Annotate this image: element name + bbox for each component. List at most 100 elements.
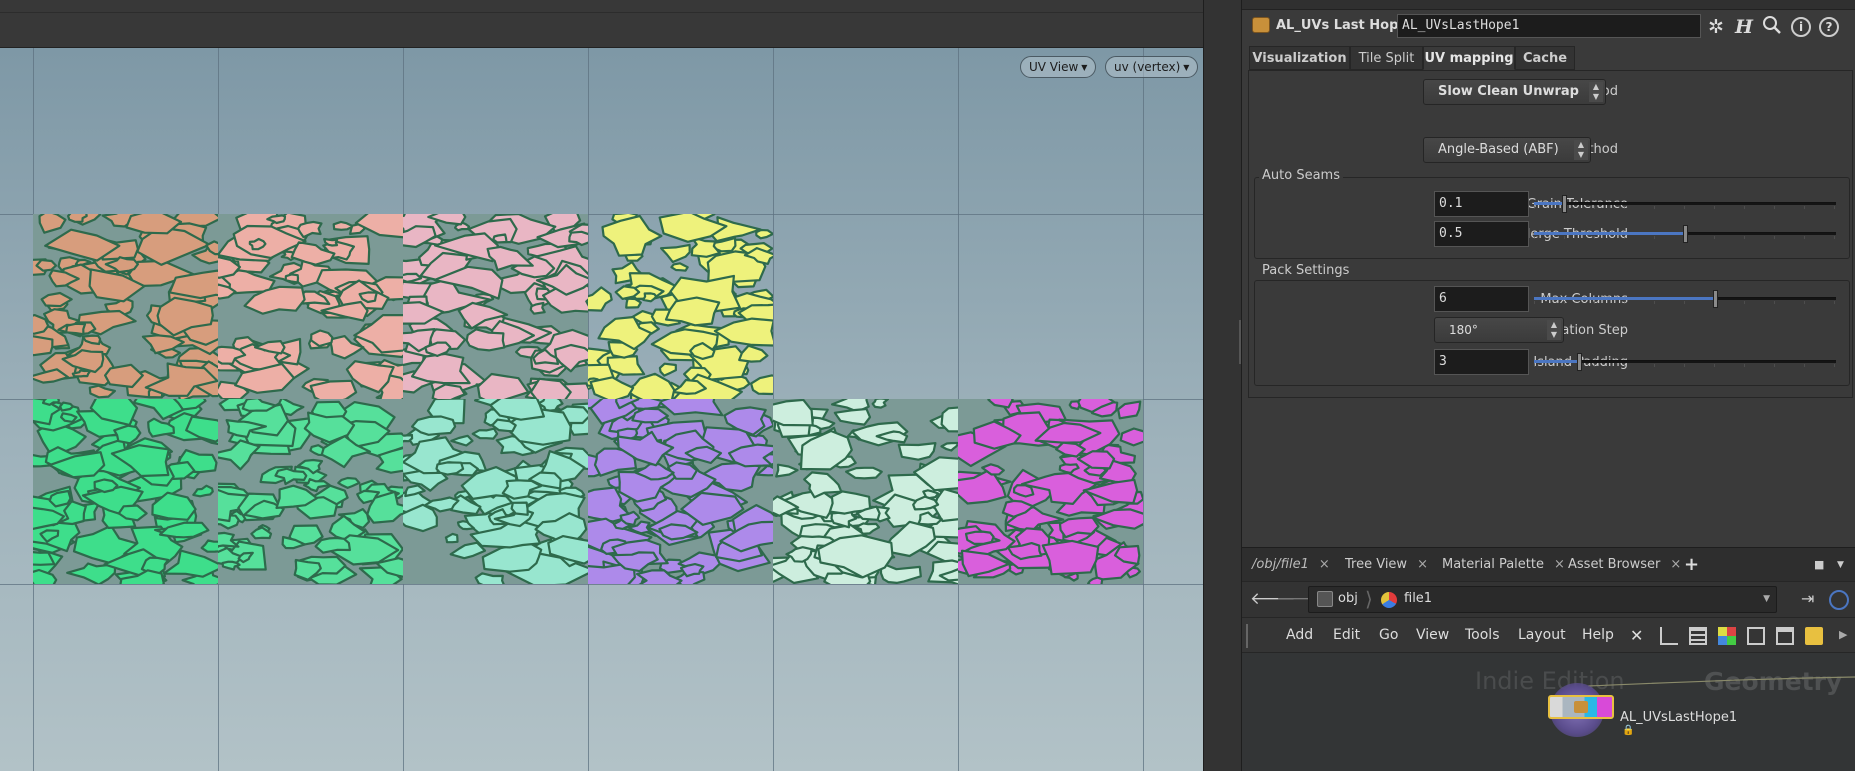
divider-grip[interactable] bbox=[1239, 320, 1241, 364]
wrench-icon[interactable]: ✕ bbox=[1630, 627, 1648, 645]
tab-material-palette-label: Material Palette bbox=[1442, 557, 1544, 572]
menu-tools[interactable]: Tools bbox=[1465, 627, 1500, 643]
grid-icon[interactable] bbox=[1747, 627, 1765, 645]
sticky-note-icon[interactable] bbox=[1805, 627, 1823, 645]
node-label: AL_UVsLastHope1 bbox=[1620, 710, 1738, 725]
uv-attribute-dropdown[interactable]: uv (vertex) ▼ bbox=[1105, 56, 1199, 78]
list-icon[interactable] bbox=[1689, 627, 1707, 645]
slider-track bbox=[1534, 202, 1836, 205]
path-segment-file1[interactable]: file1 bbox=[1404, 591, 1432, 606]
menu-add[interactable]: Add bbox=[1286, 627, 1313, 643]
tab-cache[interactable]: Cache bbox=[1515, 46, 1575, 70]
updown-arrow-icon: ▲ ▼ bbox=[1574, 140, 1588, 160]
tab-tree-view[interactable]: Tree View × bbox=[1345, 553, 1428, 577]
node-type-icon bbox=[1252, 17, 1270, 33]
updown-arrow-icon: ▲ ▼ bbox=[1589, 82, 1603, 102]
link-icon[interactable] bbox=[1829, 590, 1849, 610]
slider-handle[interactable] bbox=[1562, 195, 1568, 213]
max-columns-slider[interactable] bbox=[1534, 286, 1836, 312]
maximize-icon[interactable]: ■ bbox=[1814, 553, 1824, 577]
chevron-down-icon[interactable]: ▼ bbox=[1763, 594, 1770, 604]
network-path-bar: 🡐 🡒 obj ⟩ file1 ▼ ⇥ bbox=[1242, 581, 1855, 617]
menu-go[interactable]: Go bbox=[1379, 627, 1398, 643]
uv-view-dropdown[interactable]: UV View ▼ bbox=[1020, 56, 1097, 78]
parameter-panel: AL_UVs Last Hope AL_UVsLastHope1 ✲ H i ?… bbox=[1242, 0, 1855, 547]
tree-icon[interactable] bbox=[1660, 627, 1678, 645]
slider-fill bbox=[1534, 202, 1565, 205]
uv-method-menu[interactable]: Slow Clean Unwrap ▲ ▼ bbox=[1423, 79, 1606, 105]
island-rotation-menu[interactable]: 180° ▲ ▼ bbox=[1434, 317, 1564, 343]
flattening-method-value: Angle-Based (ABF) bbox=[1438, 142, 1559, 157]
merge-threshold-slider[interactable] bbox=[1534, 221, 1836, 247]
pane-divider[interactable] bbox=[1203, 0, 1242, 771]
uv-view-label: UV View bbox=[1029, 60, 1079, 74]
parameter-header: AL_UVs Last Hope AL_UVsLastHope1 ✲ H i ? bbox=[1242, 10, 1855, 44]
tab-tile-split[interactable]: Tile Split bbox=[1350, 46, 1423, 70]
menu-edit[interactable]: Edit bbox=[1333, 627, 1360, 643]
slider-handle[interactable] bbox=[1713, 290, 1719, 308]
uv-tile bbox=[403, 399, 588, 584]
slider-handle[interactable] bbox=[1683, 225, 1688, 243]
add-tab-button[interactable]: + bbox=[1684, 553, 1699, 577]
path-segment-obj[interactable]: obj bbox=[1338, 591, 1358, 606]
close-icon[interactable]: × bbox=[1670, 557, 1681, 572]
menu-view[interactable]: View bbox=[1416, 627, 1449, 643]
network-tab-bar: /obj/file1 × Tree View × Material Palette ×… bbox=[1242, 547, 1855, 581]
grid-line bbox=[0, 584, 1203, 585]
uv-tile bbox=[218, 399, 403, 584]
node-type-label: AL_UVs Last Hope bbox=[1276, 18, 1408, 33]
info-icon[interactable]: i bbox=[1791, 17, 1811, 37]
tab-visualization[interactable]: Visualization bbox=[1249, 46, 1350, 70]
tab-asset-browser-label: Asset Browser bbox=[1568, 557, 1661, 572]
uv-viewport[interactable]: UV View ▼ uv (vertex) ▼ bbox=[0, 48, 1203, 771]
grain-tolerance-slider[interactable] bbox=[1534, 191, 1836, 217]
chevron-down-icon[interactable]: ▼ bbox=[1837, 553, 1844, 577]
updown-arrow-icon: ▲ ▼ bbox=[1547, 320, 1561, 340]
slider-fill bbox=[1534, 232, 1685, 235]
toolbar-handle[interactable] bbox=[1246, 624, 1254, 648]
flattening-method-menu[interactable]: Angle-Based (ABF) ▲ ▼ bbox=[1423, 137, 1591, 163]
slider-handle[interactable] bbox=[1577, 353, 1583, 371]
menu-help[interactable]: Help bbox=[1582, 627, 1614, 643]
search-icon[interactable] bbox=[1760, 15, 1784, 39]
pin-icon[interactable]: ⇥ bbox=[1801, 589, 1814, 608]
tab-obj-file1[interactable]: /obj/file1 × bbox=[1252, 553, 1330, 577]
uv-method-value: Slow Clean Unwrap bbox=[1438, 84, 1579, 99]
close-icon[interactable]: × bbox=[1554, 557, 1565, 572]
window-icon[interactable] bbox=[1776, 627, 1794, 645]
path-separator: ⟩ bbox=[1365, 587, 1373, 611]
close-icon[interactable]: × bbox=[1319, 557, 1330, 572]
tab-material-palette[interactable]: Material Palette × bbox=[1442, 553, 1565, 577]
max-columns-field[interactable]: 6 bbox=[1434, 286, 1529, 312]
uv-tile bbox=[33, 399, 218, 584]
slider-fill bbox=[1534, 297, 1716, 300]
close-icon[interactable]: × bbox=[1417, 557, 1428, 572]
node-type-icon bbox=[1574, 701, 1588, 713]
menu-layout[interactable]: Layout bbox=[1518, 627, 1566, 643]
panel-top-strip bbox=[1242, 0, 1855, 10]
node-al-uvs-last-hope[interactable] bbox=[1548, 695, 1614, 719]
uv-tile bbox=[958, 399, 1143, 584]
island-padding-slider[interactable] bbox=[1534, 349, 1836, 375]
slider-ticks bbox=[1534, 301, 1836, 304]
grain-tolerance-field[interactable]: 0.1 bbox=[1434, 191, 1529, 217]
grid-line bbox=[1143, 48, 1144, 771]
gear-icon[interactable]: ✲ bbox=[1704, 15, 1728, 39]
color-palette-icon[interactable] bbox=[1718, 627, 1736, 645]
island-padding-field[interactable]: 3 bbox=[1434, 349, 1529, 375]
chevron-right-icon[interactable]: ▶ bbox=[1839, 628, 1847, 641]
houdini-help-icon[interactable]: H bbox=[1732, 15, 1756, 39]
help-icon[interactable]: ? bbox=[1819, 17, 1839, 37]
toolbar-divider bbox=[0, 12, 1203, 13]
lock-icon[interactable]: 🔒 bbox=[1622, 725, 1634, 736]
tab-asset-browser[interactable]: Asset Browser × bbox=[1568, 553, 1681, 577]
uv-tile bbox=[403, 214, 588, 399]
node-name-field[interactable]: AL_UVsLastHope1 bbox=[1397, 14, 1701, 38]
path-field[interactable]: obj ⟩ file1 ▼ bbox=[1308, 586, 1777, 613]
network-editor[interactable]: Indie Edition Geometry AL_UVsLastHope1 🔒 bbox=[1242, 653, 1855, 771]
tab-uv-mapping[interactable]: UV mapping bbox=[1423, 46, 1515, 70]
houdini-window: UV View ▼ uv (vertex) ▼ AL_UVs Last Hope A… bbox=[0, 0, 1855, 771]
merge-threshold-field[interactable]: 0.5 bbox=[1434, 221, 1529, 247]
pack-settings-title: Pack Settings bbox=[1259, 263, 1353, 278]
uv-attribute-label: uv (vertex) bbox=[1114, 60, 1181, 74]
